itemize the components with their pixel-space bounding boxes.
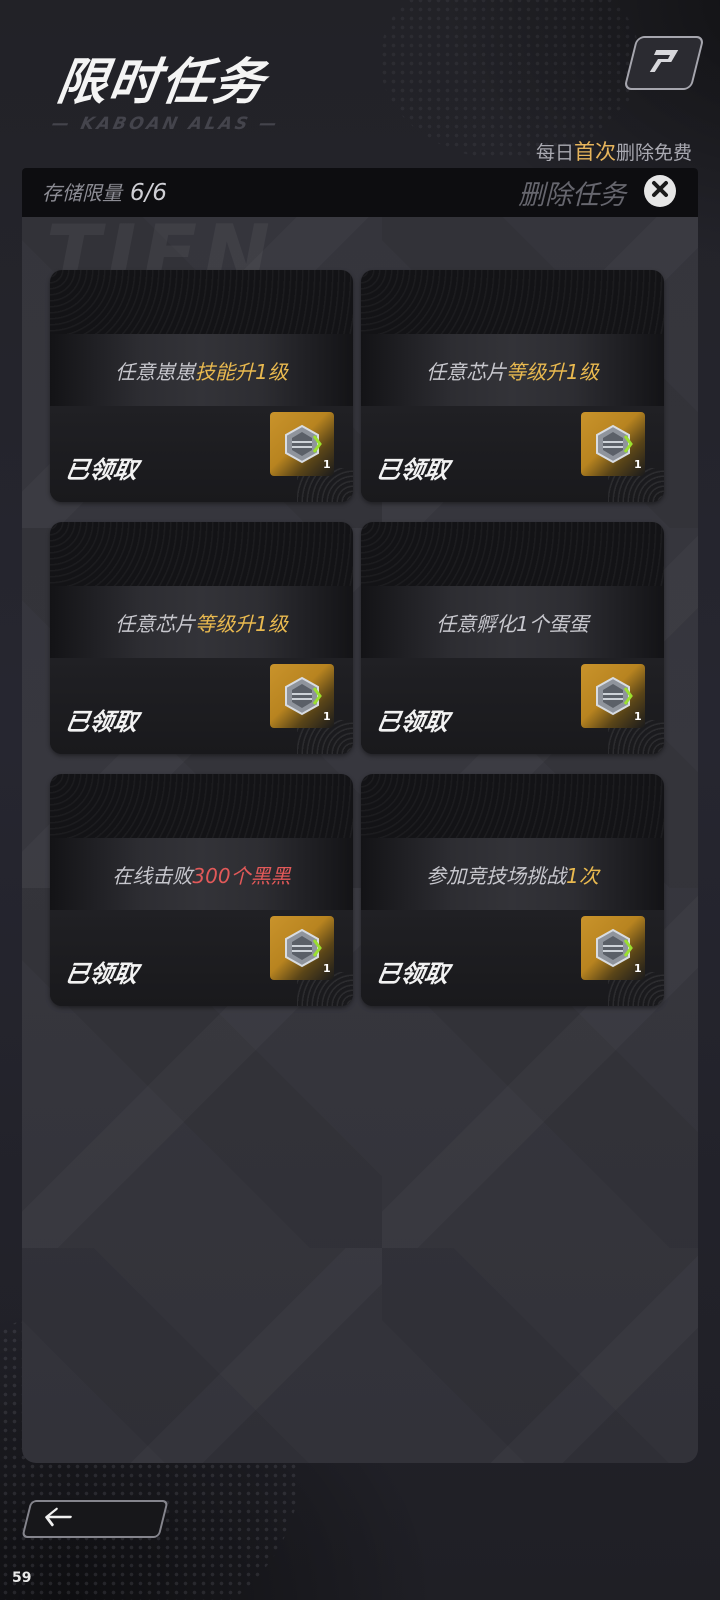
reward-quantity: 1	[634, 962, 642, 975]
task-text-plain: 任意孵化1个蛋蛋	[436, 612, 589, 636]
corner-button[interactable]	[623, 36, 705, 90]
task-text-highlight: 300个黑黑	[192, 864, 291, 888]
task-description: 任意崽崽技能升1级	[50, 356, 353, 385]
task-description: 任意芯片等级升1级	[50, 608, 353, 637]
screen-root: 限时任务 — KABOAN ALAS — 每日首次删除免费 TIEN 存储限量 6…	[0, 0, 720, 1600]
task-card[interactable]: 参加竞技场挑战1次 已领取 1	[361, 774, 664, 1006]
storage-limit: 存储限量 6/6	[42, 177, 167, 206]
task-card[interactable]: 任意芯片等级升1级 已领取 1	[50, 522, 353, 754]
status-claimed: 已领取	[63, 708, 141, 736]
status-claimed: 已领取	[374, 960, 452, 988]
page-subtitle: — KABOAN ALAS —	[49, 114, 282, 134]
task-panel: TIEN 存储限量 6/6 删除任务 任意崽崽技能升1级 已领取 1 任意芯片等…	[22, 168, 698, 1463]
status-claimed: 已领取	[374, 456, 452, 484]
back-button[interactable]	[21, 1500, 169, 1538]
task-text-highlight: 等级升1级	[195, 612, 288, 636]
task-text-plain: 任意芯片	[426, 360, 507, 384]
storage-label: 存储限量	[42, 181, 122, 205]
panel-header-bar: 存储限量 6/6 删除任务	[22, 168, 698, 217]
page-title: 限时任务	[53, 53, 270, 111]
task-card[interactable]: 任意芯片等级升1级 已领取 1	[361, 270, 664, 502]
task-card[interactable]: 任意崽崽技能升1级 已领取 1	[50, 270, 353, 502]
task-description: 参加竞技场挑战1次	[361, 860, 664, 889]
task-text-plain: 任意崽崽	[115, 360, 196, 384]
task-description: 在线击败300个黑黑	[50, 860, 353, 889]
status-claimed: 已领取	[374, 708, 452, 736]
free-note-highlight: 首次	[573, 140, 616, 164]
arrow-badge-icon	[645, 47, 683, 79]
task-text-highlight: 等级升1级	[506, 360, 599, 384]
task-text-highlight: 技能升1级	[195, 360, 288, 384]
reward-quantity: 1	[323, 710, 331, 723]
reward-quantity: 1	[323, 458, 331, 471]
task-description: 任意孵化1个蛋蛋	[361, 608, 664, 637]
storage-count: 6/6	[130, 180, 168, 206]
task-card[interactable]: 在线击败300个黑黑 已领取 1	[50, 774, 353, 1006]
free-note-prefix: 每日	[535, 142, 574, 164]
task-card[interactable]: 任意孵化1个蛋蛋 已领取 1	[361, 522, 664, 754]
task-text-plain: 任意芯片	[115, 612, 196, 636]
reward-quantity: 1	[634, 710, 642, 723]
task-description: 任意芯片等级升1级	[361, 356, 664, 385]
delete-task-button[interactable]	[644, 175, 676, 207]
free-note-suffix: 删除免费	[615, 142, 692, 164]
reward-quantity: 1	[634, 458, 642, 471]
task-text-highlight: 1次	[566, 864, 599, 888]
status-claimed: 已领取	[63, 960, 141, 988]
reward-quantity: 1	[323, 962, 331, 975]
arrow-left-icon	[39, 1506, 75, 1532]
delete-task-label[interactable]: 删除任务	[518, 173, 626, 212]
free-delete-note: 每日首次删除免费	[536, 136, 692, 166]
fps-counter: 59	[12, 1570, 32, 1586]
task-text-plain: 在线击败	[112, 864, 193, 888]
status-claimed: 已领取	[63, 456, 141, 484]
close-icon	[651, 180, 669, 202]
task-text-plain: 参加竞技场挑战	[426, 864, 567, 888]
